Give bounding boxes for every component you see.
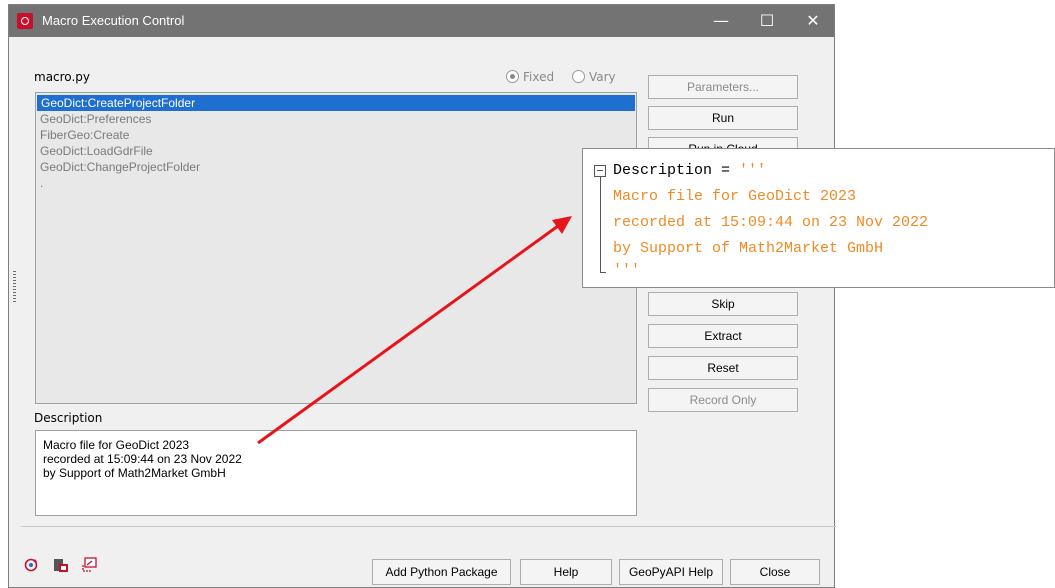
- code-line: by Support of Math2Market GmbH: [613, 240, 884, 257]
- list-item[interactable]: GeoDict:ChangeProjectFolder: [36, 159, 636, 175]
- geopyapi-help-button[interactable]: GeoPyAPI Help: [619, 559, 723, 585]
- description-line: by Support of Math2Market GmbH: [43, 466, 226, 480]
- reset-button[interactable]: Reset: [648, 356, 798, 380]
- code-line: recorded at 15:09:44 on 23 Nov 2022: [613, 214, 929, 231]
- title-bar[interactable]: Macro Execution Control — ☐ ✕: [9, 5, 834, 37]
- description-label: Description: [34, 411, 103, 425]
- maximize-button[interactable]: ☐: [744, 5, 790, 37]
- macro-steps-list[interactable]: GeoDict:CreateProjectFolder GeoDict:Pref…: [35, 92, 637, 404]
- resize-grip-handle[interactable]: [13, 271, 16, 303]
- vary-radio-label: Vary: [588, 69, 616, 84]
- code-preview-popup: Description = ''' Macro file for GeoDict…: [582, 148, 1055, 288]
- vary-radio[interactable]: Vary: [571, 69, 626, 84]
- help-button[interactable]: Help: [520, 559, 612, 585]
- list-item[interactable]: FiberGeo:Create: [36, 127, 636, 143]
- collapse-fold-icon[interactable]: [594, 165, 606, 177]
- code-variable-name: Description: [613, 162, 713, 179]
- macro-file-label: macro.py: [34, 70, 90, 84]
- fixed-radio-label: Fixed: [523, 69, 555, 84]
- code-assign-operator: =: [712, 162, 740, 179]
- footer-divider: [21, 526, 836, 527]
- fixed-radio[interactable]: Fixed: [506, 69, 564, 84]
- code-line: Macro file for GeoDict 2023: [613, 188, 857, 205]
- fold-guide-line: [600, 177, 601, 273]
- code-open-quote: ''': [739, 162, 767, 179]
- list-item[interactable]: .: [36, 175, 636, 191]
- fold-guide-end: [600, 272, 606, 273]
- fixed-radio-indicator[interactable]: [506, 69, 519, 83]
- list-item[interactable]: GeoDict:LoadGdrFile: [36, 143, 636, 159]
- skip-button[interactable]: Skip: [648, 292, 798, 316]
- run-button[interactable]: Run: [648, 106, 798, 130]
- description-line: recorded at 15:09:44 on 23 Nov 2022: [43, 452, 242, 466]
- record-macro-icon[interactable]: [53, 557, 69, 573]
- vary-radio-indicator[interactable]: [571, 69, 585, 83]
- export-macro-icon[interactable]: [82, 557, 98, 573]
- close-button[interactable]: Close: [730, 559, 820, 585]
- code-line: Description = ''': [613, 159, 766, 183]
- list-item[interactable]: GeoDict:CreateProjectFolder: [37, 95, 635, 111]
- macro-execution-control-window: Macro Execution Control — ☐ ✕ macro.py F…: [8, 4, 836, 588]
- close-window-button[interactable]: ✕: [790, 5, 836, 37]
- code-close-quote: ''': [613, 262, 641, 279]
- geodict-app-icon: [17, 13, 33, 29]
- add-python-package-button[interactable]: Add Python Package: [372, 559, 511, 585]
- list-item[interactable]: GeoDict:Preferences: [36, 111, 636, 127]
- parameters-button[interactable]: Parameters...: [648, 75, 798, 99]
- extract-button[interactable]: Extract: [648, 324, 798, 348]
- record-only-button[interactable]: Record Only: [648, 388, 798, 412]
- refresh-macro-icon[interactable]: [23, 557, 39, 573]
- mode-radio-group: Fixed Vary: [506, 69, 630, 84]
- description-line: Macro file for GeoDict 2023: [43, 438, 190, 452]
- description-textbox[interactable]: Macro file for GeoDict 2023 recorded at …: [35, 430, 637, 516]
- minimize-button[interactable]: —: [698, 5, 744, 37]
- window-title: Macro Execution Control: [42, 13, 185, 28]
